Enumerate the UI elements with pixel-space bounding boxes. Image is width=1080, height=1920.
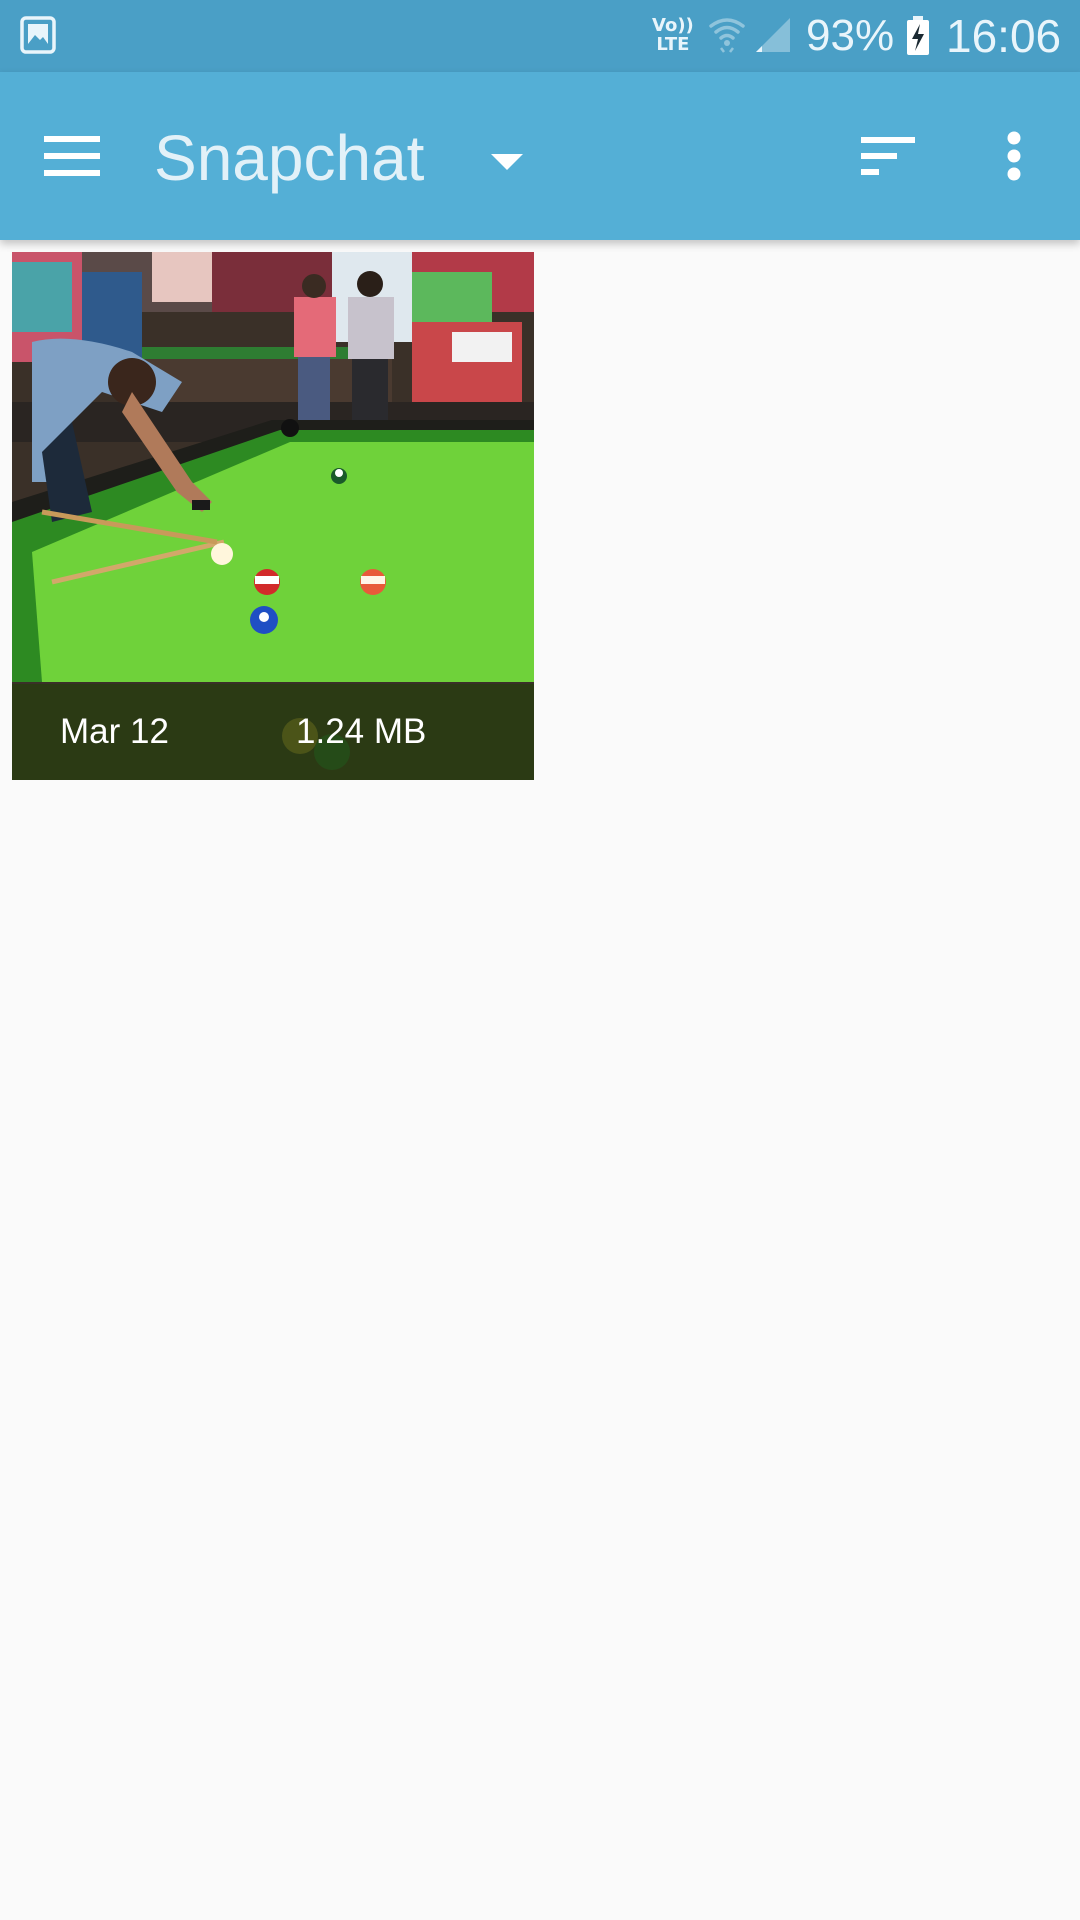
more-options-icon xyxy=(1007,131,1021,181)
battery-percent: 93% xyxy=(806,11,895,60)
battery-charging-icon xyxy=(907,16,929,55)
volte-icon: Vo)) LTE xyxy=(652,16,694,54)
sort-icon xyxy=(861,137,915,175)
more-options-button[interactable] xyxy=(976,118,1052,194)
volte-label: Vo)) xyxy=(652,15,694,36)
signal-icon xyxy=(756,18,790,52)
media-grid: Mar 12 1.24 MB xyxy=(12,252,534,780)
folder-title[interactable]: Snapchat xyxy=(154,120,424,196)
tile-date: Mar 12 xyxy=(60,712,169,751)
media-tile[interactable]: Mar 12 1.24 MB xyxy=(12,252,534,780)
status-bar: Vo)) LTE 93% 16:06 xyxy=(0,0,1080,72)
clock: 16:06 xyxy=(946,10,1062,62)
dropdown-arrow-icon xyxy=(491,154,523,170)
tile-file-size: 1.24 MB xyxy=(296,712,427,751)
app-toolbar: Snapchat xyxy=(0,72,1080,240)
menu-button[interactable] xyxy=(30,118,114,194)
wifi-icon xyxy=(709,18,745,53)
tile-info-bar: Mar 12 1.24 MB xyxy=(12,684,534,780)
menu-icon xyxy=(44,136,100,176)
lte-label: LTE xyxy=(656,34,690,55)
sort-button[interactable] xyxy=(846,118,930,194)
gallery-icon xyxy=(20,16,56,54)
folder-dropdown-button[interactable] xyxy=(474,134,540,190)
